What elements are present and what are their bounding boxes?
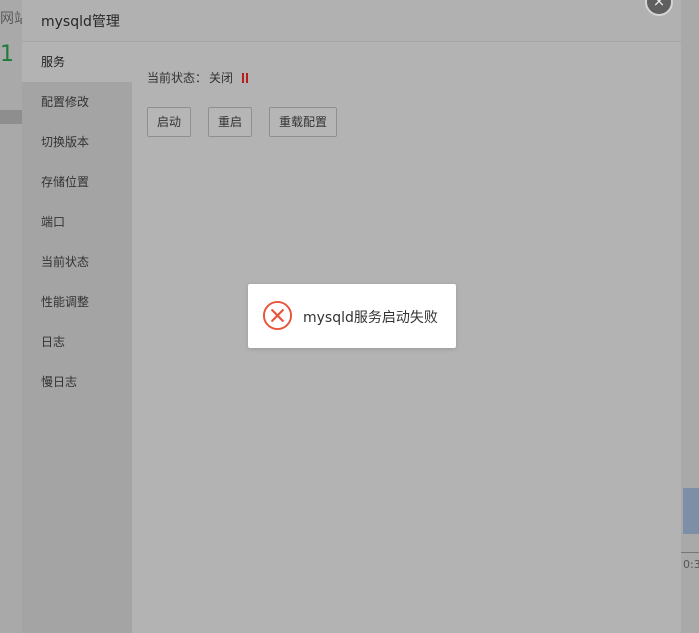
dialog-sidebar: 服务 配置修改 切换版本 存储位置 端口 当前状态 性能调整 日志 慢日志	[22, 42, 132, 633]
dialog-title: mysqld管理	[41, 14, 120, 30]
background-divider	[0, 110, 22, 124]
restart-button[interactable]: 重启	[208, 107, 253, 137]
status-label: 当前状态：	[147, 71, 208, 85]
status-value: 关闭	[209, 71, 234, 85]
toast-message: mysqld服务启动失败	[303, 310, 438, 326]
background-page-right	[681, 0, 699, 633]
sidebar-item-slow-log[interactable]: 慢日志	[22, 362, 132, 402]
dialog-header: mysqld管理	[22, 0, 681, 42]
service-status: 当前状态： 关闭	[147, 69, 250, 86]
background-site-count: 1	[0, 42, 14, 67]
sidebar-item-config[interactable]: 配置修改	[22, 82, 132, 122]
reload-config-button[interactable]: 重载配置	[269, 107, 338, 137]
error-toast: mysqld服务启动失败	[248, 284, 456, 348]
start-button[interactable]: 启动	[147, 107, 192, 137]
background-page-left: 网站 1	[0, 0, 28, 633]
sidebar-item-port[interactable]: 端口	[22, 202, 132, 242]
sidebar-item-performance[interactable]: 性能调整	[22, 282, 132, 322]
background-chart-time: 0:3	[683, 558, 699, 571]
pause-icon	[241, 72, 250, 86]
sidebar-item-status[interactable]: 当前状态	[22, 242, 132, 282]
sidebar-item-version[interactable]: 切换版本	[22, 122, 132, 162]
sidebar-item-log[interactable]: 日志	[22, 322, 132, 362]
background-chart-bar	[683, 488, 699, 534]
sidebar-item-storage[interactable]: 存储位置	[22, 162, 132, 202]
background-chart-axis	[681, 552, 699, 553]
error-icon	[262, 300, 293, 331]
sidebar-item-service[interactable]: 服务	[22, 42, 132, 82]
